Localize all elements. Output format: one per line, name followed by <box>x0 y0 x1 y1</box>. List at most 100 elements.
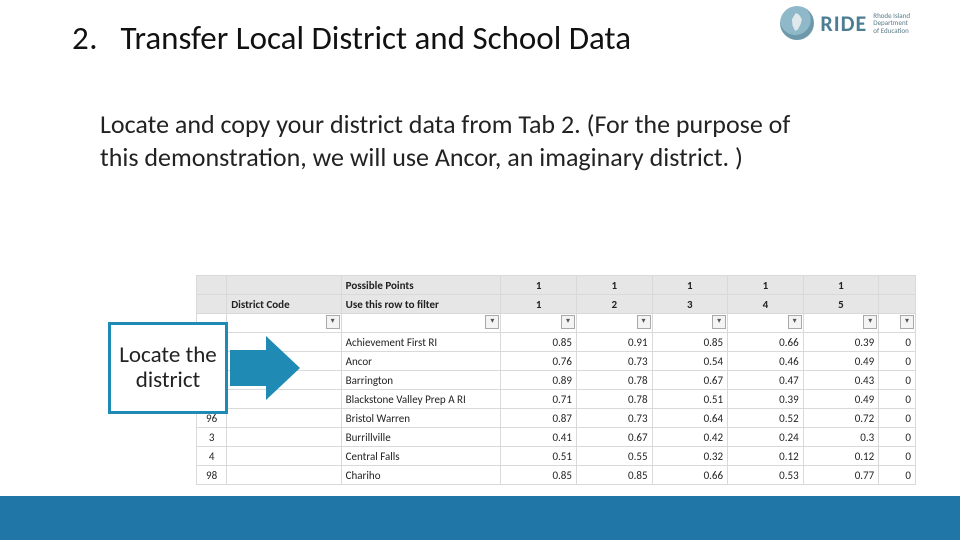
district-name-cell: Blackstone Valley Prep A RI <box>341 390 501 409</box>
value-cell: 0.55 <box>576 447 652 466</box>
slide-heading: 2. Transfer Local District and School Da… <box>72 18 631 58</box>
filter-dropdown[interactable]: ▾ <box>501 314 577 333</box>
ride-subtext: Rhode Island Department of Education <box>873 12 910 34</box>
table-row: 98Chariho0.850.850.660.530.770 <box>197 466 916 485</box>
filter-dropdown[interactable]: ▾ <box>803 314 879 333</box>
district-code-cell <box>227 428 341 447</box>
value-cell: 0.49 <box>803 352 879 371</box>
value-cell: 0.64 <box>652 409 728 428</box>
value-cell: 0.87 <box>501 409 577 428</box>
value-cell: 0.3 <box>803 428 879 447</box>
value-cell: 0.12 <box>803 447 879 466</box>
chevron-down-icon: ▾ <box>326 315 340 329</box>
spreadsheet-image: Possible Points 1 1 1 1 1 District Code … <box>196 275 916 485</box>
value-cell: 0.77 <box>803 466 879 485</box>
district-name-cell: Barrington <box>341 371 501 390</box>
filter-dropdown[interactable]: ▾ <box>879 314 916 333</box>
points-cell: 1 <box>576 276 652 295</box>
chevron-down-icon: ▾ <box>561 315 575 329</box>
value-cell: 0 <box>879 390 916 409</box>
filter-num-cell: 1 <box>501 295 577 314</box>
arrow-right-icon <box>230 336 300 400</box>
value-cell: 0.85 <box>501 333 577 352</box>
value-cell: 0.73 <box>576 352 652 371</box>
value-cell: 0.85 <box>501 466 577 485</box>
value-cell: 0.67 <box>652 371 728 390</box>
value-cell: 0.66 <box>652 466 728 485</box>
ride-wordmark: RIDE <box>820 10 867 37</box>
value-cell: 0.42 <box>652 428 728 447</box>
table-row: 3Burrillville0.410.670.420.240.30 <box>197 428 916 447</box>
filter-num-cell: 4 <box>728 295 804 314</box>
filter-dropdown[interactable]: ▾ <box>728 314 804 333</box>
filter-dropdown[interactable]: ▾ <box>652 314 728 333</box>
table-row: 41Achievement First RI0.850.910.850.660.… <box>197 333 916 352</box>
filter-num-cell: 2 <box>576 295 652 314</box>
value-cell: 0 <box>879 333 916 352</box>
value-cell: 0.66 <box>728 333 804 352</box>
value-cell: 0.73 <box>576 409 652 428</box>
chevron-down-icon: ▾ <box>712 315 726 329</box>
district-code-header: District Code <box>227 295 341 314</box>
value-cell: 0.51 <box>652 390 728 409</box>
value-cell: 0.12 <box>728 447 804 466</box>
table-row: 4Central Falls0.510.550.320.120.120 <box>197 447 916 466</box>
callout-text: Locate the district <box>115 343 221 394</box>
points-cell: 1 <box>803 276 879 295</box>
table-row: 96Bristol Warren0.870.730.640.520.720 <box>197 409 916 428</box>
value-cell: 0.41 <box>501 428 577 447</box>
value-cell: 0.47 <box>728 371 804 390</box>
value-cell: 0.51 <box>501 447 577 466</box>
value-cell: 0.78 <box>576 390 652 409</box>
value-cell: 0.49 <box>803 390 879 409</box>
table-row: Barrington0.890.780.670.470.430 <box>197 371 916 390</box>
slide-body-text: Locate and copy your district data from … <box>100 108 820 175</box>
filter-num-cell: 5 <box>803 295 879 314</box>
value-cell: 0.46 <box>728 352 804 371</box>
heading-title: Transfer Local District and School Data <box>120 18 631 58</box>
filter-row-label: Use this row to filter <box>341 295 501 314</box>
ride-sub-line: of Education <box>873 27 910 34</box>
value-cell: 0.24 <box>728 428 804 447</box>
district-name-cell: Bristol Warren <box>341 409 501 428</box>
value-cell: 0.39 <box>803 333 879 352</box>
table-row: Ancor0.760.730.540.460.490 <box>197 352 916 371</box>
value-cell: 0 <box>879 409 916 428</box>
filter-dropdown[interactable]: ▾ <box>576 314 652 333</box>
points-cell: 1 <box>501 276 577 295</box>
ride-seal-icon <box>780 6 814 40</box>
points-cell: 1 <box>728 276 804 295</box>
value-cell: 0 <box>879 447 916 466</box>
value-cell: 0 <box>879 352 916 371</box>
possible-points-label: Possible Points <box>341 276 501 295</box>
value-cell: 0.53 <box>728 466 804 485</box>
district-name-cell: Ancor <box>341 352 501 371</box>
value-cell: 0.91 <box>576 333 652 352</box>
district-name-cell: Central Falls <box>341 447 501 466</box>
chevron-down-icon: ▾ <box>788 315 802 329</box>
value-cell: 0.76 <box>501 352 577 371</box>
footer-bar <box>0 496 960 540</box>
value-cell: 0 <box>879 428 916 447</box>
filter-dropdown[interactable]: ▾ <box>341 314 501 333</box>
district-code-cell <box>227 447 341 466</box>
value-cell: 0.71 <box>501 390 577 409</box>
value-cell: 0.32 <box>652 447 728 466</box>
value-cell: 0.43 <box>803 371 879 390</box>
chevron-down-icon: ▾ <box>485 315 499 329</box>
value-cell: 0.85 <box>652 333 728 352</box>
value-cell: 0.89 <box>501 371 577 390</box>
row-number-cell: 3 <box>197 428 227 447</box>
value-cell: 0.85 <box>576 466 652 485</box>
chevron-down-icon: ▾ <box>900 315 914 329</box>
table-row: 47Blackstone Valley Prep A RI0.710.780.5… <box>197 390 916 409</box>
value-cell: 0 <box>879 371 916 390</box>
row-number-cell: 98 <box>197 466 227 485</box>
points-cell: 1 <box>652 276 728 295</box>
district-name-cell: Burrillville <box>341 428 501 447</box>
heading-number: 2. <box>72 18 98 58</box>
value-cell: 0.39 <box>728 390 804 409</box>
value-cell: 0.52 <box>728 409 804 428</box>
locate-district-callout: Locate the district <box>108 322 278 414</box>
chevron-down-icon: ▾ <box>637 315 651 329</box>
